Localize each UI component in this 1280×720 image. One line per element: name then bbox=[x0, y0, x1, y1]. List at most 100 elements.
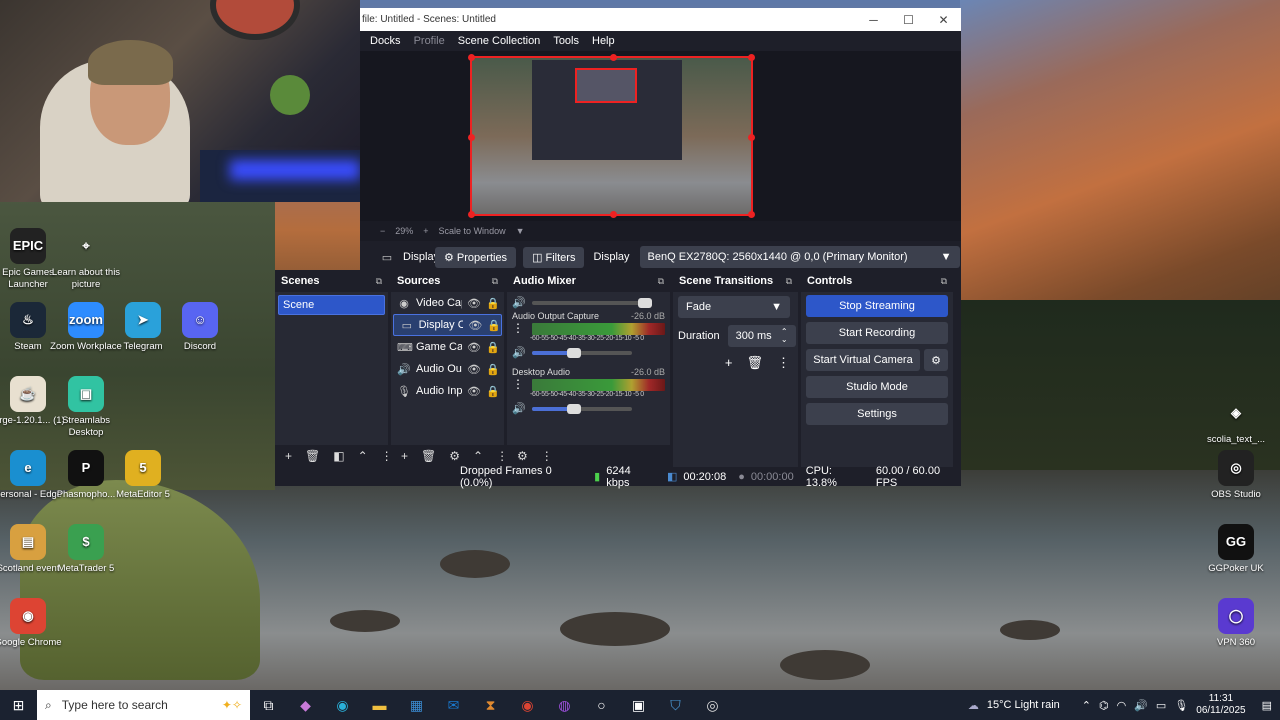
desktop-icon[interactable]: ☺ Discord bbox=[160, 302, 240, 353]
eye-icon[interactable]: 👁 bbox=[467, 297, 481, 310]
source-item[interactable]: 🔊 Audio Out 👁 🔒 bbox=[391, 358, 504, 380]
obs-titlebar[interactable]: file: Untitled - Scenes: Untitled ─ ☐ ✕ bbox=[360, 8, 961, 31]
weather-text[interactable]: 15°C Light rain bbox=[987, 699, 1060, 711]
lock-icon[interactable]: 🔒 bbox=[487, 319, 501, 332]
start-recording-button[interactable]: Start Recording bbox=[806, 322, 948, 344]
add-icon[interactable]: + bbox=[285, 449, 292, 463]
lock-icon[interactable]: 🔒 bbox=[486, 341, 500, 354]
resize-handle[interactable] bbox=[748, 211, 755, 218]
resize-handle[interactable] bbox=[468, 134, 475, 141]
more-icon[interactable]: ⋮ bbox=[777, 355, 790, 371]
source-item[interactable]: ◉ Video Cap 👁 🔒 bbox=[391, 292, 504, 314]
source-item-selected[interactable]: ▭ Display C 👁 🔒 bbox=[393, 314, 502, 336]
scene-item[interactable]: Scene bbox=[278, 295, 385, 315]
desktop-icon[interactable]: ◈ scolia_text_... bbox=[1196, 395, 1276, 446]
microphone-icon[interactable]: 🎙 bbox=[1174, 699, 1188, 712]
popout-icon[interactable]: ⧉ bbox=[786, 276, 792, 287]
display-select[interactable]: BenQ EX2780Q: 2560x1440 @ 0,0 (Primary M… bbox=[639, 246, 960, 268]
notification-icon[interactable]: ▤ bbox=[1262, 699, 1272, 712]
maximize-icon[interactable]: ☐ bbox=[891, 13, 926, 27]
filters-button[interactable]: ◫ Filters bbox=[523, 246, 585, 268]
chevron-up-icon[interactable]: ⌃ bbox=[358, 449, 368, 463]
chevron-down-icon[interactable]: ▼ bbox=[516, 226, 525, 236]
vpn-icon[interactable]: ○ bbox=[583, 690, 620, 720]
eye-icon[interactable]: 👁 bbox=[467, 363, 481, 376]
settings-button[interactable]: Settings bbox=[806, 403, 948, 425]
desktop-icon[interactable]: $ MetaTrader 5 bbox=[46, 524, 126, 575]
metatrader-icon[interactable]: ⧗ bbox=[472, 690, 509, 720]
desktop-icon[interactable]: 5 MetaEditor 5 bbox=[103, 450, 183, 501]
start-virtual-camera-button[interactable]: Start Virtual Camera bbox=[806, 349, 920, 371]
desktop-icon[interactable]: ◉ Google Chrome bbox=[0, 598, 68, 649]
popout-icon[interactable]: ⧉ bbox=[941, 276, 947, 287]
eye-icon[interactable]: 👁 bbox=[468, 319, 482, 332]
filter-icon[interactable]: ◧ bbox=[333, 449, 344, 463]
lock-icon[interactable]: 🔒 bbox=[486, 363, 500, 376]
speaker-icon[interactable]: 🔊 bbox=[512, 346, 526, 359]
shield-icon[interactable]: ⛉ bbox=[657, 690, 694, 720]
speaker-icon[interactable]: 🔊 bbox=[512, 402, 526, 415]
spinner-icon[interactable]: ⌃ ⌄ bbox=[781, 328, 788, 344]
scale-label[interactable]: Scale to Window bbox=[439, 226, 506, 236]
gear-icon[interactable]: ⚙ bbox=[449, 449, 460, 463]
chrome-icon[interactable]: ◉ bbox=[509, 690, 546, 720]
network-icon[interactable]: ⌬ bbox=[1099, 699, 1109, 712]
file-explorer-icon[interactable]: ▬ bbox=[361, 690, 398, 720]
resize-handle[interactable] bbox=[610, 211, 617, 218]
source-item[interactable]: ⌨Game Cap 👁 🔒 bbox=[391, 336, 504, 358]
more-icon[interactable]: ⋮ bbox=[512, 321, 524, 335]
chevron-up-icon[interactable]: ⌃ bbox=[1082, 699, 1091, 712]
trash-icon[interactable]: 🗑 bbox=[421, 449, 436, 463]
chevron-up-icon[interactable]: ⌃ bbox=[473, 449, 483, 463]
trash-icon[interactable]: 🗑 bbox=[305, 449, 320, 463]
desktop-icon[interactable]: ◯ VPN 360 bbox=[1196, 598, 1276, 649]
desktop-icon[interactable]: ▣ Streamlabs Desktop bbox=[46, 376, 126, 439]
volume-slider[interactable] bbox=[531, 403, 632, 414]
gear-icon[interactable]: ⚙ bbox=[924, 349, 948, 371]
menu-scene-collection[interactable]: Scene Collection bbox=[458, 35, 541, 47]
speaker-icon[interactable]: 🔊 bbox=[512, 296, 526, 309]
transition-select[interactable]: Fade ▼ bbox=[678, 296, 790, 318]
popout-icon[interactable]: ⧉ bbox=[376, 276, 382, 287]
more-icon[interactable]: ⋮ bbox=[512, 377, 524, 391]
studio-mode-button[interactable]: Studio Mode bbox=[806, 376, 948, 398]
obs-taskbar-icon[interactable]: ◎ bbox=[694, 690, 731, 720]
clock[interactable]: 11:31 06/11/2025 bbox=[1196, 693, 1245, 717]
popout-icon[interactable]: ⧉ bbox=[492, 276, 498, 287]
store-icon[interactable]: ▦ bbox=[398, 690, 435, 720]
volume-slider[interactable] bbox=[531, 347, 632, 358]
resize-handle[interactable] bbox=[748, 134, 755, 141]
add-icon[interactable]: + bbox=[725, 355, 733, 371]
volume-slider[interactable] bbox=[531, 297, 652, 308]
resize-handle[interactable] bbox=[468, 211, 475, 218]
lock-icon[interactable]: 🔒 bbox=[486, 297, 500, 310]
messenger-icon[interactable]: ◍ bbox=[546, 690, 583, 720]
close-icon[interactable]: ✕ bbox=[926, 13, 961, 27]
epic-icon[interactable]: ▣ bbox=[620, 690, 657, 720]
preview-display-capture[interactable] bbox=[468, 54, 755, 218]
stop-streaming-button[interactable]: Stop Streaming bbox=[806, 295, 948, 317]
menu-profile[interactable]: Profile bbox=[414, 35, 445, 47]
desktop-icon[interactable]: ⌖ Learn about this picture bbox=[46, 228, 126, 291]
menu-docks[interactable]: Docks bbox=[370, 35, 401, 47]
eye-icon[interactable]: 👁 bbox=[467, 385, 481, 398]
menu-tools[interactable]: Tools bbox=[553, 35, 579, 47]
more-icon[interactable]: ⋮ bbox=[541, 449, 553, 463]
lock-icon[interactable]: 🔒 bbox=[486, 385, 500, 398]
volume-icon[interactable]: 🔊 bbox=[1134, 699, 1148, 712]
trash-icon[interactable]: 🗑 bbox=[746, 355, 763, 371]
source-item[interactable]: 🎙 Audio Inp 👁 🔒 bbox=[391, 380, 504, 402]
menu-help[interactable]: Help bbox=[592, 35, 615, 47]
windows-start-icon[interactable]: ⊞ bbox=[0, 690, 37, 720]
desktop-icon[interactable]: GG GGPoker UK bbox=[1196, 524, 1276, 575]
edge-icon[interactable]: ◉ bbox=[324, 690, 361, 720]
wifi-icon[interactable]: ◠ bbox=[1117, 699, 1127, 712]
desktop-icon[interactable]: ◎ OBS Studio bbox=[1196, 450, 1276, 501]
properties-button[interactable]: ⚙ Properties bbox=[435, 246, 517, 268]
display-icon[interactable]: ▭ bbox=[1156, 699, 1166, 712]
obs-window[interactable]: file: Untitled - Scenes: Untitled ─ ☐ ✕ … bbox=[275, 8, 961, 489]
zoom-in-icon[interactable]: + bbox=[423, 226, 428, 236]
zoom-out-icon[interactable]: − bbox=[380, 226, 385, 236]
eye-icon[interactable]: 👁 bbox=[467, 341, 481, 354]
copilot-icon[interactable]: ◆ bbox=[287, 690, 324, 720]
